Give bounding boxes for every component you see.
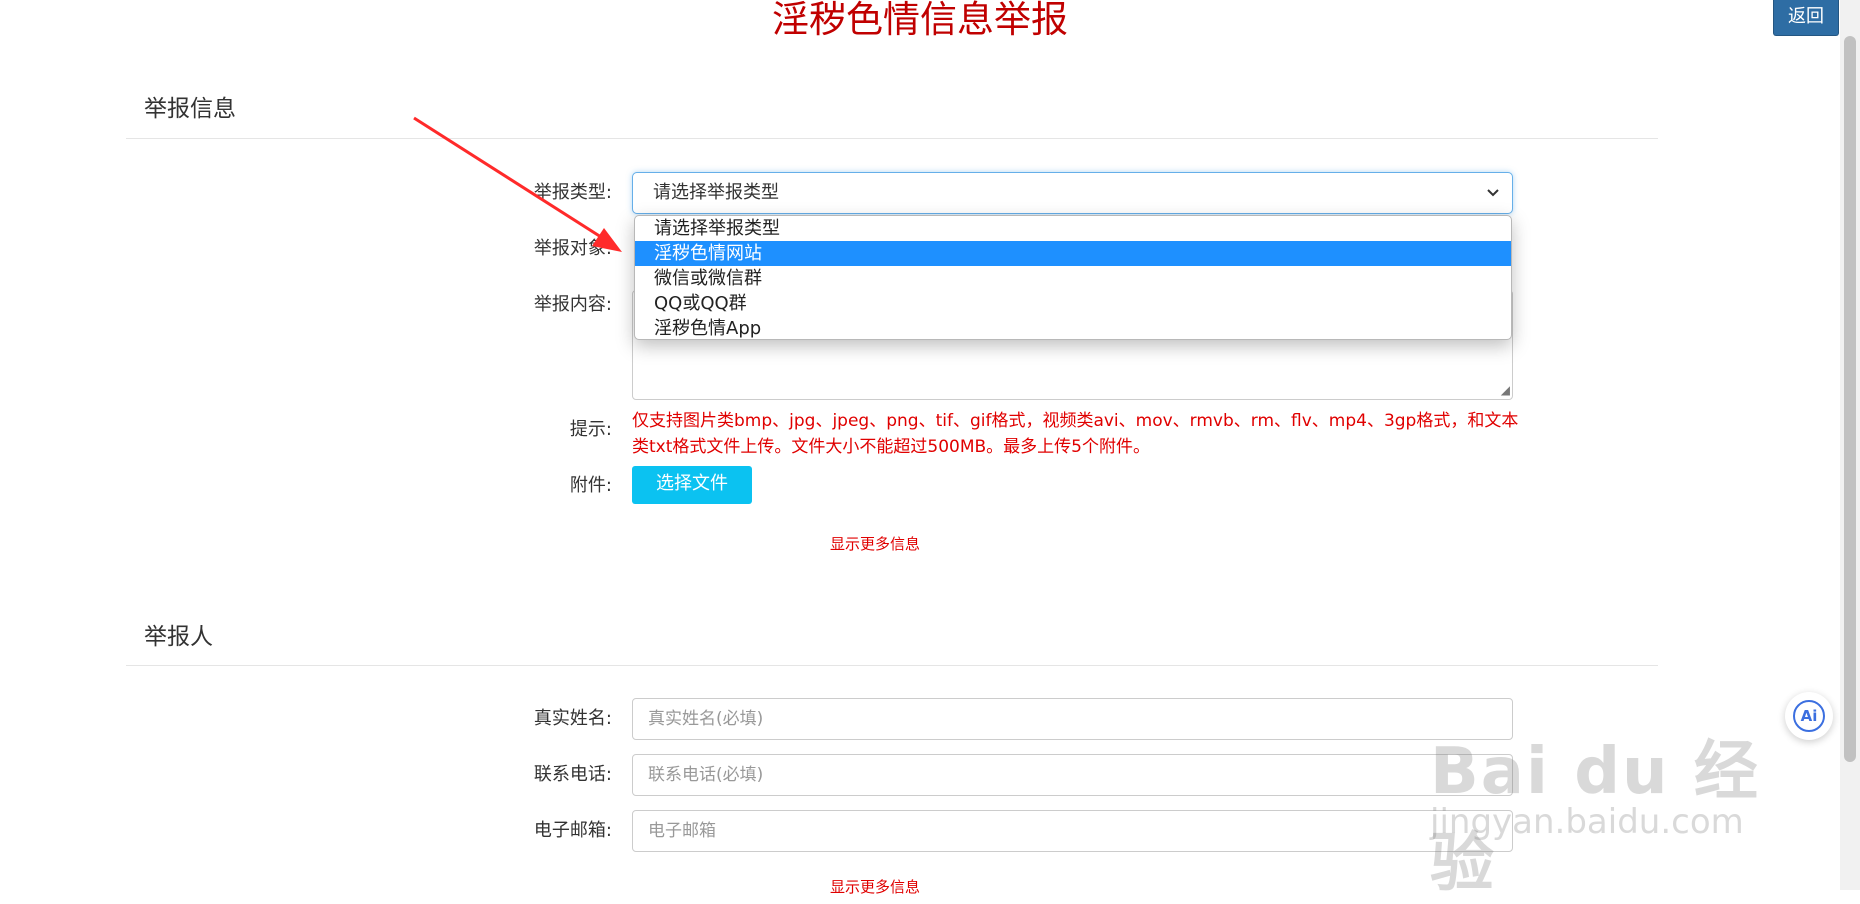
option-qq[interactable]: QQ或QQ群 <box>635 291 1511 316</box>
option-placeholder[interactable]: 请选择举报类型 <box>635 216 1511 241</box>
section-title-reporter: 举报人 <box>144 624 213 650</box>
option-porn-app[interactable]: 淫秽色情App <box>635 316 1511 339</box>
email-label: 电子邮箱: <box>533 820 612 841</box>
upload-hint-text: 仅支持图片类bmp、jpg、jpeg、png、tif、gif格式，视频类avi、… <box>632 411 1519 457</box>
report-type-selected-value: 请选择举报类型 <box>653 182 779 203</box>
attachment-label: 附件: <box>569 475 612 496</box>
real-name-label: 真实姓名: <box>533 708 612 729</box>
section-title-report-info: 举报信息 <box>144 96 236 122</box>
email-input[interactable] <box>632 810 1513 852</box>
report-target-label: 举报对象: <box>533 238 612 259</box>
ai-icon: Ai <box>1793 700 1825 732</box>
option-wechat[interactable]: 微信或微信群 <box>635 266 1511 291</box>
resize-grip-icon[interactable]: ◢ <box>1501 383 1510 397</box>
report-type-label: 举报类型: <box>533 182 612 203</box>
hint-label: 提示: <box>569 419 612 440</box>
phone-label: 联系电话: <box>533 764 612 785</box>
show-more-info-link[interactable]: 显示更多信息 <box>830 533 930 554</box>
ai-assistant-button[interactable]: Ai <box>1785 692 1833 740</box>
report-content-label: 举报内容: <box>533 294 612 315</box>
back-button[interactable]: 返回 <box>1773 0 1839 36</box>
section-divider <box>126 665 1658 666</box>
report-type-dropdown[interactable]: 请选择举报类型 淫秽色情网站 微信或微信群 QQ或QQ群 淫秽色情App <box>634 215 1512 340</box>
scrollbar-thumb[interactable] <box>1844 36 1856 762</box>
phone-input[interactable] <box>632 754 1513 796</box>
page-title: 淫秽色情信息举报 <box>772 0 1068 41</box>
real-name-input[interactable] <box>632 698 1513 740</box>
section-divider <box>126 138 1658 139</box>
option-porn-website[interactable]: 淫秽色情网站 <box>635 241 1511 266</box>
show-more-info-link-reporter[interactable]: 显示更多信息 <box>830 876 930 897</box>
report-type-select[interactable]: 请选择举报类型 <box>632 172 1513 214</box>
choose-file-button[interactable]: 选择文件 <box>632 466 752 504</box>
